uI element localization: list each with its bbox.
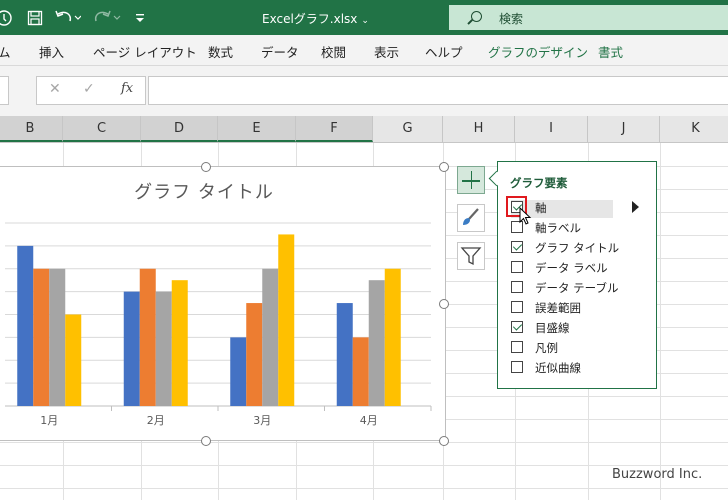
checkbox[interactable] [511, 241, 523, 253]
chart-bar[interactable] [246, 303, 263, 406]
ribbon-tabs: ム 挿入 ページ レイアウト 数式 データ 校閲 表示 ヘルプ グラフのデザイン… [0, 35, 728, 66]
chart-plot: 1月 2月 3月 4月 [5, 222, 432, 427]
formula-input[interactable] [148, 76, 728, 105]
tab-home[interactable]: ム [0, 42, 11, 61]
search-box[interactable]: 検索 [449, 5, 728, 30]
chart-elements-button[interactable] [457, 166, 485, 194]
tab-review[interactable]: 校閲 [321, 42, 346, 61]
column-headers: B C D E F G H I J K [0, 116, 728, 143]
chart-element-label: 近似曲線 [535, 361, 581, 375]
search-label: 検索 [499, 12, 524, 26]
insert-function-icon[interactable]: fx [121, 81, 133, 96]
column-header-f[interactable]: F [296, 116, 373, 142]
chart-bar[interactable] [123, 291, 140, 406]
chart-bar[interactable] [278, 234, 295, 406]
panel-title: グラフ要素 [510, 176, 568, 190]
column-header-d[interactable]: D [141, 116, 218, 142]
chart-element-label: 目盛線 [535, 321, 570, 335]
resize-handle-top[interactable] [201, 162, 211, 172]
x-tick-label: 2月 [147, 414, 165, 427]
resize-handle-bottom-right[interactable] [439, 436, 449, 446]
autosave-icon[interactable] [0, 8, 16, 28]
file-name[interactable]: Excelグラフ.xlsx ⌄ [262, 10, 369, 27]
mouse-cursor-icon [519, 207, 532, 225]
column-header-g[interactable]: G [373, 116, 443, 142]
resize-handle-top-right[interactable] [439, 162, 449, 172]
redo-icon[interactable] [92, 8, 122, 28]
chart-bar[interactable] [336, 303, 353, 406]
chart-element-item[interactable]: データ テーブル [511, 280, 653, 298]
title-bar: Excelグラフ.xlsx ⌄ 検索 [0, 0, 728, 35]
x-tick-label: 4月 [360, 414, 378, 427]
chart-element-label: 凡例 [535, 341, 558, 355]
column-header-j[interactable]: J [588, 116, 660, 142]
chart-bar[interactable] [17, 245, 34, 406]
chart-elements-panel: グラフ要素 軸軸ラベルグラフ タイトル データ ラベル データ テーブル 誤差範囲目盛… [488, 161, 657, 389]
chart-filters-button[interactable] [457, 242, 485, 270]
tab-chart-design[interactable]: グラフのデザイン [488, 42, 588, 61]
checkbox[interactable] [511, 321, 523, 333]
chart-element-item[interactable]: 凡例 [511, 340, 653, 358]
formula-buttons: ✕ ✓ fx [36, 76, 146, 105]
tab-formulas[interactable]: 数式 [208, 42, 233, 61]
chart-area[interactable]: グラフ タイトル 1月 2月 3月 4月 [0, 166, 446, 441]
resize-handle-bottom[interactable] [201, 436, 211, 446]
chart-element-label: データ ラベル [535, 261, 608, 275]
name-box[interactable] [0, 76, 9, 105]
chart-element-item[interactable]: データ ラベル [511, 260, 653, 278]
column-header-b[interactable]: B [0, 116, 63, 142]
checkbox[interactable] [511, 261, 523, 273]
tab-help[interactable]: ヘルプ [425, 42, 463, 61]
tab-page-layout[interactable]: ページ レイアウト [93, 42, 197, 61]
tab-data[interactable]: データ [261, 42, 299, 61]
tab-format[interactable]: 書式 [598, 42, 623, 61]
chart-styles-button[interactable] [457, 204, 485, 232]
chart-bar[interactable] [171, 280, 188, 406]
chart-bar[interactable] [262, 268, 279, 406]
undo-icon[interactable] [52, 8, 82, 28]
checkbox[interactable] [511, 361, 523, 373]
cancel-icon[interactable]: ✕ [49, 81, 61, 97]
column-header-c[interactable]: C [63, 116, 141, 142]
resize-handle-right[interactable] [439, 299, 449, 309]
chart-bar[interactable] [384, 268, 401, 406]
chart-bar[interactable] [155, 291, 172, 406]
column-header-h[interactable]: H [443, 116, 515, 142]
chart-element-label: 軸 [535, 201, 547, 215]
filter-icon [460, 247, 482, 266]
chart-element-label: 誤差範囲 [535, 301, 581, 315]
chart-bar[interactable] [65, 314, 82, 407]
brush-icon [463, 208, 479, 225]
enter-icon[interactable]: ✓ [83, 81, 95, 97]
x-tick-label: 1月 [40, 414, 58, 427]
chart-bar[interactable] [230, 337, 247, 406]
column-header-k[interactable]: K [660, 116, 728, 142]
tab-view[interactable]: 表示 [374, 42, 399, 61]
chart-bar[interactable] [49, 268, 66, 406]
chart-element-label: 軸ラベル [535, 221, 581, 235]
chart-bar[interactable] [352, 337, 369, 406]
chart-element-label: グラフ タイトル [535, 241, 620, 255]
chart-bar[interactable] [368, 280, 385, 406]
column-header-e[interactable]: E [218, 116, 296, 142]
watermark: Buzzword Inc. [612, 467, 703, 482]
save-icon[interactable] [24, 8, 46, 28]
chart-element-item[interactable]: 近似曲線 [511, 360, 653, 378]
chart-element-label: データ テーブル [535, 281, 619, 295]
customize-toolbar-icon[interactable] [132, 8, 148, 28]
checkbox[interactable] [511, 301, 523, 313]
checkbox[interactable] [511, 341, 523, 353]
chart-element-item[interactable]: 目盛線 [511, 320, 653, 338]
x-tick-label: 3月 [253, 414, 271, 427]
submenu-arrow-icon[interactable] [632, 201, 639, 213]
chart-bar[interactable] [139, 268, 156, 406]
search-icon [471, 11, 482, 22]
column-header-i[interactable]: I [515, 116, 588, 142]
chart-element-item[interactable]: 誤差範囲 [511, 300, 653, 318]
chart-bar[interactable] [33, 268, 50, 406]
checkbox[interactable] [511, 281, 523, 293]
tab-insert[interactable]: 挿入 [39, 42, 64, 61]
chart-element-item[interactable]: グラフ タイトル [511, 240, 653, 258]
